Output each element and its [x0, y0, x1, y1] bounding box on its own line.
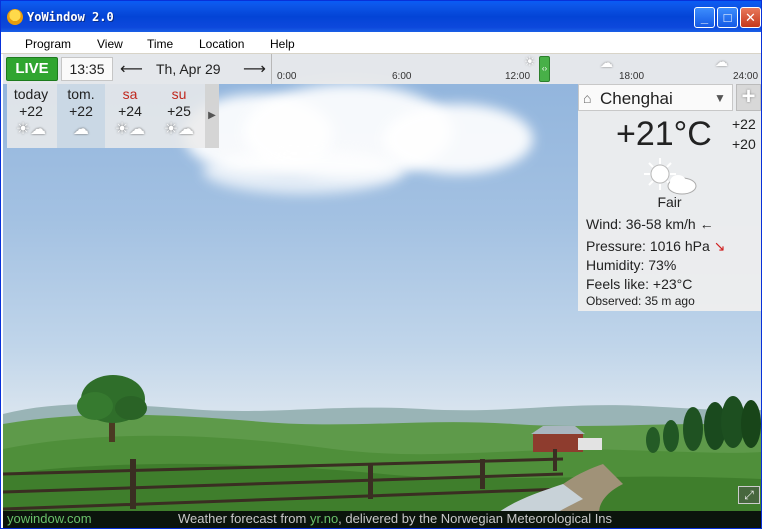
time-toolbar: LIVE 13:35 ⟵ Th, Apr 29 ⟶ 0:00 6:00 12:0…	[3, 54, 761, 84]
forecast-next-icon[interactable]: ▶	[205, 84, 219, 148]
sun-cloud-icon: ☀	[524, 54, 536, 69]
pressure-value: 1016 hPa	[649, 238, 710, 254]
maximize-button[interactable]: □	[717, 7, 738, 28]
yowindow-app-icon	[7, 9, 23, 25]
status-bar: yowindow.com Weather forecast from yr.no…	[3, 511, 761, 528]
high-temperature: +22	[732, 116, 756, 132]
fullscreen-icon[interactable]: ⤢	[738, 486, 760, 504]
forecast-day-temp: +24	[118, 103, 142, 119]
close-button[interactable]: ✕	[740, 7, 761, 28]
feels-like-value: +23°C	[652, 276, 693, 292]
wind-value: 36-58 km/h	[625, 216, 696, 232]
humidity-value: 73%	[648, 257, 677, 273]
fair-weather-icon	[644, 158, 697, 195]
forecast-day-name: su	[171, 86, 187, 102]
rain-cloud-icon: ☁	[715, 54, 728, 69]
current-time: 13:35	[61, 57, 113, 81]
menu-program[interactable]: Program	[25, 37, 71, 51]
feels-like-row: Feels like: +23°C	[586, 276, 692, 292]
observed-value: 35 m ago	[644, 294, 695, 308]
partly-sunny-icon: ☀☁	[114, 121, 146, 138]
condition-text: Fair	[657, 194, 682, 210]
location-name: Chenghai	[600, 89, 673, 108]
partly-sunny-icon: ☀☁	[163, 121, 195, 138]
timeline-tick: 18:00	[619, 71, 645, 82]
home-icon: ⌂	[583, 90, 592, 106]
observed-label: Observed:	[586, 294, 642, 308]
timeline-tick: 24:00	[733, 71, 759, 82]
observed-row: Observed: 35 m ago	[586, 294, 695, 308]
current-temperature: +21°C	[616, 115, 712, 153]
pressure-label: Pressure:	[586, 238, 646, 254]
window-title: YoWindow 2.0	[27, 10, 114, 24]
forecast-day-name: tom.	[67, 86, 95, 102]
add-location-button[interactable]: +	[736, 84, 761, 111]
live-button[interactable]: LIVE	[6, 57, 58, 81]
forecast-day-name: today	[13, 86, 49, 102]
timeline-slider[interactable]: ‹›	[539, 56, 550, 82]
app-window: YoWindow 2.0 _ □ ✕ Program View Time Loc…	[0, 0, 762, 529]
credit-prefix: Weather forecast from	[178, 511, 310, 526]
forecast-day-name: sa	[122, 86, 138, 102]
wind-direction-icon: ←	[699, 216, 714, 232]
timeline-tick: 0:00	[277, 71, 297, 82]
cloud-icon: ☁	[600, 55, 613, 70]
current-date: Th, Apr 29	[156, 61, 221, 77]
pressure-trend-icon: ↘	[713, 238, 726, 254]
humidity-label: Humidity:	[586, 257, 645, 273]
minimize-button[interactable]: _	[694, 7, 715, 28]
timeline-tick: 6:00	[392, 71, 412, 82]
feels-like-label: Feels like:	[586, 276, 650, 292]
current-conditions-panel: ⌂ Chenghai ▼ + +21°C +22 +20 Fair Wind: …	[578, 84, 761, 311]
title-bar[interactable]: YoWindow 2.0 _ □ ✕	[1, 1, 761, 32]
forecast-credit: Weather forecast from yr.no, delivered b…	[178, 511, 643, 527]
forecast-strip: today +22 ☀☁ tom. +22 ☁ sa +24 ☀☁ su +25…	[7, 84, 219, 148]
forecast-day-tomorrow[interactable]: tom. +22 ☁	[57, 84, 105, 148]
forecast-day-sa[interactable]: sa +24 ☀☁	[106, 84, 154, 148]
partly-sunny-icon: ☀☁	[15, 121, 47, 138]
yowindow-link[interactable]: yowindow.com	[7, 511, 92, 527]
menu-bar: Program View Time Location Help	[1, 32, 761, 54]
chevron-down-icon[interactable]: ▼	[714, 91, 726, 105]
menu-time[interactable]: Time	[147, 37, 173, 51]
timeline[interactable]: 0:00 6:00 12:00 18:00 24:00 ☀ ☁ ☁	[271, 54, 761, 84]
forecast-day-su[interactable]: su +25 ☀☁	[155, 84, 203, 148]
yr-link[interactable]: yr.no	[310, 511, 338, 526]
wind-label: Wind:	[586, 216, 622, 232]
forecast-day-temp: +25	[167, 103, 191, 119]
menu-location[interactable]: Location	[199, 37, 244, 51]
credit-suffix: , delivered by the Norwegian Meteorologi…	[338, 511, 613, 526]
arrow-left-icon[interactable]: ⟵	[120, 59, 143, 79]
forecast-day-today[interactable]: today +22 ☀☁	[7, 84, 55, 148]
forecast-day-temp: +22	[19, 103, 43, 119]
cloud-icon: ☁	[73, 121, 89, 138]
wind-row: Wind: 36-58 km/h ←	[586, 216, 714, 232]
menu-help[interactable]: Help	[270, 37, 295, 51]
pressure-row: Pressure: 1016 hPa ↘	[586, 238, 725, 255]
menu-view[interactable]: View	[97, 37, 123, 51]
humidity-row: Humidity: 73%	[586, 257, 676, 273]
arrow-right-icon[interactable]: ⟶	[243, 59, 266, 79]
low-temperature: +20	[732, 136, 756, 152]
weather-scene: LIVE 13:35 ⟵ Th, Apr 29 ⟶ 0:00 6:00 12:0…	[3, 54, 761, 526]
forecast-day-temp: +22	[69, 103, 93, 119]
location-selector[interactable]: ⌂ Chenghai ▼	[578, 84, 733, 111]
timeline-tick: 12:00	[505, 71, 531, 82]
